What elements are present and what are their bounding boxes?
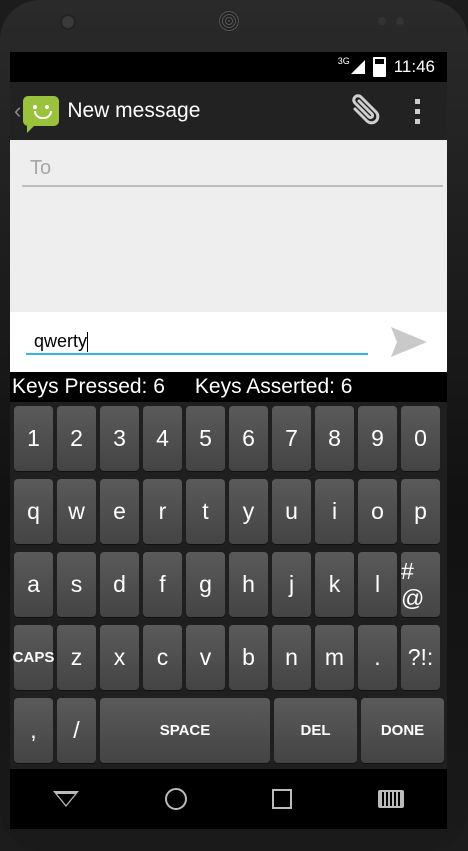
key-3[interactable]: 3 bbox=[100, 406, 139, 471]
key-q[interactable]: q bbox=[14, 479, 53, 544]
message-text: qwerty bbox=[34, 331, 88, 351]
key-j[interactable]: j bbox=[272, 552, 311, 617]
key-t[interactable]: t bbox=[186, 479, 225, 544]
signal-icon bbox=[350, 60, 365, 74]
recent-apps-icon[interactable] bbox=[272, 789, 293, 809]
clock: 11:46 bbox=[393, 57, 435, 76]
key-6[interactable]: 6 bbox=[229, 406, 268, 471]
keyboard-row-numbers: 1 2 3 4 5 6 7 8 9 0 bbox=[12, 406, 445, 471]
key-0[interactable]: 0 bbox=[401, 406, 440, 471]
message-row: qwerty bbox=[10, 312, 447, 372]
messaging-app-icon[interactable] bbox=[23, 96, 60, 133]
key-counter: Keys Pressed: 6 Keys Asserted: 6 bbox=[10, 372, 447, 402]
key-comma[interactable]: , bbox=[14, 698, 53, 763]
key-slash[interactable]: / bbox=[57, 698, 96, 763]
text-cursor bbox=[87, 332, 89, 353]
key-o[interactable]: o bbox=[358, 479, 397, 544]
key-period[interactable]: . bbox=[358, 625, 397, 690]
key-done[interactable]: DONE bbox=[361, 698, 444, 763]
key-b[interactable]: b bbox=[229, 625, 268, 690]
page-title: New message bbox=[67, 99, 201, 122]
overflow-menu-icon[interactable] bbox=[415, 98, 421, 124]
key-1[interactable]: 1 bbox=[14, 406, 53, 471]
home-icon[interactable] bbox=[164, 788, 187, 810]
key-x[interactable]: x bbox=[100, 625, 139, 690]
key-4[interactable]: 4 bbox=[143, 406, 182, 471]
earpiece-speaker bbox=[218, 10, 240, 32]
keyboard-row-asdf: a s d f g h j k l # @ bbox=[12, 552, 445, 617]
key-d[interactable]: d bbox=[100, 552, 139, 617]
key-m[interactable]: m bbox=[315, 625, 354, 690]
network-type: 3G bbox=[337, 56, 350, 66]
attach-icon[interactable] bbox=[345, 91, 385, 131]
keyboard-row-zxcv: CAPS z x c v b n m . ?!: bbox=[12, 625, 445, 690]
key-g[interactable]: g bbox=[186, 552, 225, 617]
light-sensor bbox=[396, 17, 404, 25]
send-icon[interactable] bbox=[389, 325, 429, 359]
key-h[interactable]: h bbox=[229, 552, 268, 617]
key-n[interactable]: n bbox=[272, 625, 311, 690]
to-field[interactable]: To bbox=[22, 157, 443, 187]
key-s[interactable]: s bbox=[57, 552, 96, 617]
key-hash-at[interactable]: # @ bbox=[401, 552, 440, 617]
key-c[interactable]: c bbox=[143, 625, 182, 690]
key-f[interactable]: f bbox=[143, 552, 182, 617]
navigation-bar bbox=[10, 769, 447, 829]
phone-frame: 3G 11:46 ‹ New message To qwerty Keys Pr… bbox=[0, 0, 468, 851]
key-7[interactable]: 7 bbox=[272, 406, 311, 471]
keys-asserted-label: Keys Asserted: 6 bbox=[194, 375, 353, 398]
key-i[interactable]: i bbox=[315, 479, 354, 544]
key-8[interactable]: 8 bbox=[315, 406, 354, 471]
key-space[interactable]: SPACE bbox=[100, 698, 270, 763]
key-a[interactable]: a bbox=[14, 552, 53, 617]
status-bar: 3G 11:46 bbox=[10, 52, 447, 82]
screen: 3G 11:46 ‹ New message To qwerty Keys Pr… bbox=[10, 52, 447, 829]
key-u[interactable]: u bbox=[272, 479, 311, 544]
key-z[interactable]: z bbox=[57, 625, 96, 690]
key-l[interactable]: l bbox=[358, 552, 397, 617]
key-k[interactable]: k bbox=[315, 552, 354, 617]
key-delete[interactable]: DEL bbox=[274, 698, 357, 763]
up-caret-icon[interactable]: ‹ bbox=[14, 98, 21, 124]
recipient-area: To bbox=[10, 140, 447, 312]
action-bar: ‹ New message bbox=[10, 82, 447, 140]
keyboard-switch-icon[interactable] bbox=[378, 790, 405, 808]
key-caps[interactable]: CAPS bbox=[13, 625, 54, 690]
key-r[interactable]: r bbox=[143, 479, 182, 544]
key-w[interactable]: w bbox=[57, 479, 96, 544]
message-input[interactable]: qwerty bbox=[26, 325, 368, 355]
battery-icon bbox=[372, 57, 386, 77]
key-v[interactable]: v bbox=[186, 625, 225, 690]
back-icon[interactable] bbox=[52, 791, 79, 807]
key-5[interactable]: 5 bbox=[186, 406, 225, 471]
keyboard-row-bottom: , / SPACE DEL DONE bbox=[12, 698, 445, 763]
key-p[interactable]: p bbox=[401, 479, 440, 544]
key-9[interactable]: 9 bbox=[358, 406, 397, 471]
key-e[interactable]: e bbox=[100, 479, 139, 544]
keyboard-row-qwerty: q w e r t y u i o p bbox=[12, 479, 445, 544]
front-camera bbox=[62, 16, 74, 28]
keys-pressed-label: Keys Pressed: 6 bbox=[12, 375, 165, 398]
key-2[interactable]: 2 bbox=[57, 406, 96, 471]
proximity-sensor bbox=[378, 17, 386, 25]
key-punctuation[interactable]: ?!: bbox=[401, 625, 440, 690]
key-y[interactable]: y bbox=[229, 479, 268, 544]
soft-keyboard: 1 2 3 4 5 6 7 8 9 0 q w e r t y u i o p … bbox=[10, 402, 447, 776]
